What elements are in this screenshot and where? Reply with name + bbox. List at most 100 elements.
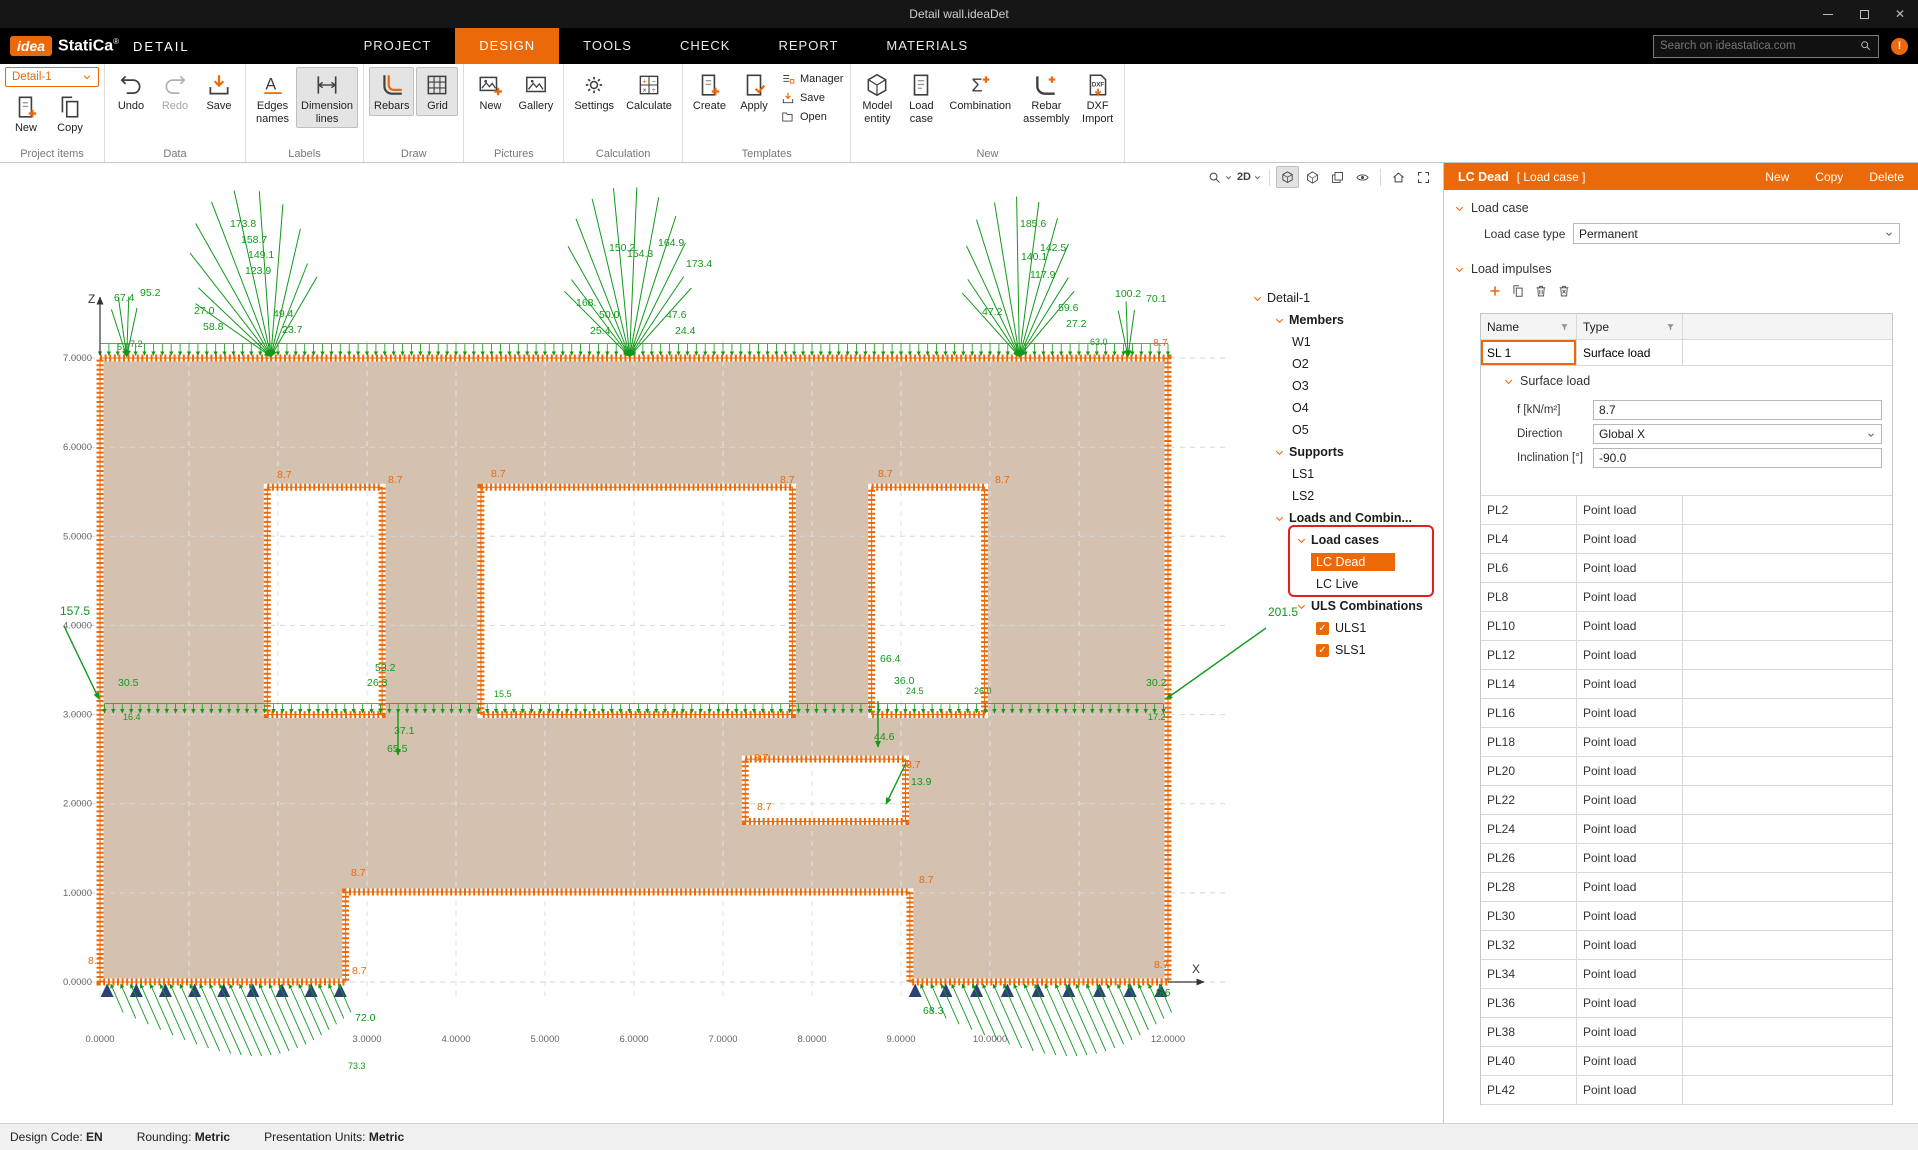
ribbon-button-dxf-import[interactable]: DXFDXF Import bbox=[1077, 67, 1119, 128]
canvas-tool-visibility[interactable] bbox=[1351, 166, 1374, 188]
close-button[interactable]: ✕ bbox=[1882, 0, 1918, 28]
delete-load-case-button[interactable]: Delete bbox=[1869, 170, 1904, 184]
ribbon-button-rebar-assembly[interactable]: Rebar assembly bbox=[1018, 67, 1074, 128]
delete-all-impulses-button[interactable] bbox=[1557, 283, 1571, 298]
ribbon-button-manager[interactable]: Manager bbox=[781, 72, 843, 86]
load-impulse-row-pl26[interactable]: PL26Point load bbox=[1481, 844, 1892, 873]
load-impulse-row-pl8[interactable]: PL8Point load bbox=[1481, 583, 1892, 612]
ribbon-button-save[interactable]: Save bbox=[781, 91, 843, 105]
ribbon-button-new[interactable]: New bbox=[469, 67, 511, 116]
ribbon-button-model-entity[interactable]: Model entity bbox=[856, 67, 898, 128]
copy-load-case-button[interactable]: Copy bbox=[1815, 170, 1843, 184]
tree-item-uls-combinations[interactable]: ULS Combinations bbox=[1242, 595, 1440, 617]
ribbon-button-new[interactable]: New bbox=[5, 89, 47, 138]
menu-tab-report[interactable]: REPORT bbox=[754, 28, 862, 64]
tree-item-o4[interactable]: O4 bbox=[1242, 397, 1440, 419]
collapse-chevron-icon[interactable] bbox=[1454, 262, 1465, 276]
ribbon-button-gallery[interactable]: Gallery bbox=[513, 67, 558, 116]
tree-item-members[interactable]: Members bbox=[1242, 309, 1440, 331]
load-impulse-row-pl6[interactable]: PL6Point load bbox=[1481, 554, 1892, 583]
tree-item-w1[interactable]: W1 bbox=[1242, 331, 1440, 353]
ribbon-button-apply[interactable]: Apply bbox=[733, 67, 775, 116]
filter-icon[interactable] bbox=[1665, 320, 1676, 334]
ribbon-button-settings[interactable]: Settings bbox=[569, 67, 619, 116]
load-impulse-row-pl32[interactable]: PL32Point load bbox=[1481, 931, 1892, 960]
ribbon-button-grid[interactable]: Grid bbox=[416, 67, 458, 116]
load-impulse-row-pl30[interactable]: PL30Point load bbox=[1481, 902, 1892, 931]
checkbox-icon[interactable]: ✓ bbox=[1316, 622, 1329, 635]
ribbon-button-copy[interactable]: Copy bbox=[49, 89, 91, 138]
minimize-button[interactable] bbox=[1810, 0, 1846, 28]
ribbon-button-calculate[interactable]: +−×÷Calculate bbox=[621, 67, 677, 116]
search-icon[interactable] bbox=[1859, 37, 1872, 55]
selected-impulse-row[interactable]: SL 1 Surface load bbox=[1481, 340, 1892, 366]
ribbon-button-dimension-lines[interactable]: Dimension lines bbox=[296, 67, 358, 128]
tree-item-load-cases[interactable]: Load cases bbox=[1242, 529, 1440, 551]
checkbox-icon[interactable]: ✓ bbox=[1316, 644, 1329, 657]
canvas-tool-zoom-all[interactable] bbox=[1387, 166, 1410, 188]
search-input[interactable] bbox=[1660, 40, 1859, 52]
tree-item-detail-1[interactable]: Detail-1 bbox=[1242, 287, 1440, 309]
filter-icon[interactable] bbox=[1559, 320, 1570, 334]
tree-item-sls1[interactable]: ✓SLS1 bbox=[1242, 639, 1440, 661]
load-impulse-row-pl2[interactable]: PL2Point load bbox=[1481, 496, 1892, 525]
canvas-tool-view-cube[interactable] bbox=[1301, 166, 1324, 188]
load-impulse-row-pl14[interactable]: PL14Point load bbox=[1481, 670, 1892, 699]
ribbon-button-undo[interactable]: Undo bbox=[110, 67, 152, 116]
load-impulse-row-pl28[interactable]: PL28Point load bbox=[1481, 873, 1892, 902]
menu-tab-tools[interactable]: TOOLS bbox=[559, 28, 656, 64]
tree-item-uls1[interactable]: ✓ULS1 bbox=[1242, 617, 1440, 639]
canvas-tool-axonometry[interactable] bbox=[1276, 166, 1299, 188]
tree-item-o5[interactable]: O5 bbox=[1242, 419, 1440, 441]
load-impulse-row-pl4[interactable]: PL4Point load bbox=[1481, 525, 1892, 554]
project-item-combo[interactable]: Detail-1 bbox=[5, 67, 99, 87]
canvas-tool-zoom[interactable] bbox=[1206, 166, 1234, 188]
tree-item-lc-dead[interactable]: LC Dead bbox=[1242, 551, 1440, 573]
load-impulse-row-pl12[interactable]: PL12Point load bbox=[1481, 641, 1892, 670]
menu-tab-project[interactable]: PROJECT bbox=[340, 28, 456, 64]
load-case-type-select[interactable]: Permanent bbox=[1573, 223, 1900, 244]
canvas-tool-view-gallery[interactable] bbox=[1326, 166, 1349, 188]
tree-item-o3[interactable]: O3 bbox=[1242, 375, 1440, 397]
ribbon-button-combination[interactable]: ΣCombination bbox=[944, 67, 1016, 116]
tree-item-o2[interactable]: O2 bbox=[1242, 353, 1440, 375]
ribbon-button-create[interactable]: Create bbox=[688, 67, 731, 116]
ribbon-button-rebars[interactable]: Rebars bbox=[369, 67, 414, 116]
f-value-input[interactable] bbox=[1593, 400, 1882, 420]
load-impulse-row-pl36[interactable]: PL36Point load bbox=[1481, 989, 1892, 1018]
load-impulse-row-pl42[interactable]: PL42Point load bbox=[1481, 1076, 1892, 1105]
tree-item-supports[interactable]: Supports bbox=[1242, 441, 1440, 463]
load-impulse-row-pl24[interactable]: PL24Point load bbox=[1481, 815, 1892, 844]
collapse-chevron-icon[interactable] bbox=[1454, 201, 1465, 215]
ribbon-button-open[interactable]: Open bbox=[781, 110, 843, 124]
menu-tab-design[interactable]: DESIGN bbox=[455, 28, 559, 64]
add-impulse-button[interactable] bbox=[1488, 283, 1502, 298]
canvas-tool-view-2d[interactable]: 2D bbox=[1236, 166, 1263, 188]
notification-icon[interactable]: ! bbox=[1891, 38, 1908, 55]
ribbon-button-save[interactable]: Save bbox=[198, 67, 240, 116]
load-impulse-row-pl10[interactable]: PL10Point load bbox=[1481, 612, 1892, 641]
ribbon-button-load-case[interactable]: Load case bbox=[900, 67, 942, 128]
direction-select[interactable]: Global X bbox=[1593, 424, 1882, 444]
delete-impulse-button[interactable] bbox=[1534, 283, 1548, 298]
tree-item-lc-live[interactable]: LC Live bbox=[1242, 573, 1440, 595]
collapse-chevron-icon[interactable] bbox=[1503, 374, 1514, 388]
load-impulse-row-pl20[interactable]: PL20Point load bbox=[1481, 757, 1892, 786]
load-impulse-row-pl22[interactable]: PL22Point load bbox=[1481, 786, 1892, 815]
copy-impulse-button[interactable] bbox=[1511, 283, 1525, 298]
menu-tab-check[interactable]: CHECK bbox=[656, 28, 755, 64]
canvas[interactable]: ZX0.00003.00004.00005.00006.00007.00008.… bbox=[0, 163, 1443, 1123]
tree-item-ls1[interactable]: LS1 bbox=[1242, 463, 1440, 485]
load-impulse-row-pl38[interactable]: PL38Point load bbox=[1481, 1018, 1892, 1047]
maximize-button[interactable] bbox=[1846, 0, 1882, 28]
load-impulse-row-pl34[interactable]: PL34Point load bbox=[1481, 960, 1892, 989]
tree-item-ls2[interactable]: LS2 bbox=[1242, 485, 1440, 507]
canvas-tool-fullscreen[interactable] bbox=[1412, 166, 1435, 188]
ribbon-button-edges-names[interactable]: AEdges names bbox=[251, 67, 294, 128]
load-impulse-row-pl40[interactable]: PL40Point load bbox=[1481, 1047, 1892, 1076]
menu-tab-materials[interactable]: MATERIALS bbox=[862, 28, 992, 64]
load-impulse-row-pl18[interactable]: PL18Point load bbox=[1481, 728, 1892, 757]
load-impulse-row-pl16[interactable]: PL16Point load bbox=[1481, 699, 1892, 728]
new-load-case-button[interactable]: New bbox=[1765, 170, 1789, 184]
tree-item-loads-and-combin[interactable]: Loads and Combin... bbox=[1242, 507, 1440, 529]
